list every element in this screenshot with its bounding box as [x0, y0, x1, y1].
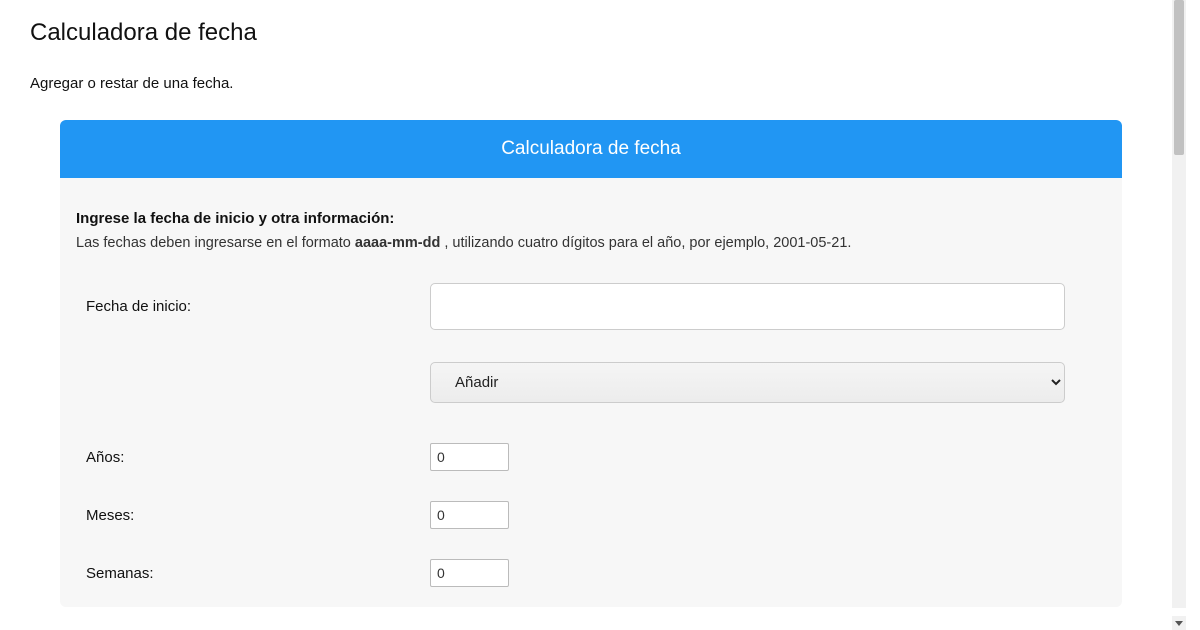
instruction-text: Las fechas deben ingresarse en el format… [76, 235, 1106, 251]
page-subtitle: Agregar o restar de una fecha. [30, 75, 1154, 92]
instruction-format: aaaa-mm-dd [355, 235, 440, 251]
row-months: Meses: [76, 501, 1106, 529]
panel-header: Calculadora de fecha [60, 120, 1122, 178]
calculator-panel: Calculadora de fecha Ingrese la fecha de… [60, 120, 1122, 607]
scrollbar-down-arrow-icon[interactable] [1172, 616, 1186, 630]
months-label: Meses: [76, 507, 430, 524]
scrollbar-track[interactable] [1172, 0, 1186, 608]
panel-body: Ingrese la fecha de inicio y otra inform… [60, 178, 1122, 607]
weeks-input[interactable] [430, 559, 509, 587]
start-date-input[interactable] [430, 283, 1065, 330]
weeks-label: Semanas: [76, 565, 430, 582]
row-start-date: Fecha de inicio: [76, 283, 1106, 330]
row-years: Años: [76, 443, 1106, 471]
instruction-title: Ingrese la fecha de inicio y otra inform… [76, 210, 1106, 227]
content-card: Calculadora de fecha Agregar o restar de… [30, 19, 1154, 607]
page-viewport: Calculadora de fecha Agregar o restar de… [0, 0, 1186, 630]
operation-select[interactable]: Añadir [430, 362, 1065, 403]
scrollbar-thumb[interactable] [1174, 0, 1184, 155]
months-input[interactable] [430, 501, 509, 529]
start-date-label: Fecha de inicio: [76, 298, 430, 315]
row-weeks: Semanas: [76, 559, 1106, 587]
instruction-prefix: Las fechas deben ingresarse en el format… [76, 235, 355, 251]
row-operation: Añadir [76, 362, 1106, 403]
page-title: Calculadora de fecha [30, 19, 1154, 47]
years-input[interactable] [430, 443, 509, 471]
instruction-suffix: , utilizando cuatro dígitos para el año,… [440, 235, 851, 251]
years-label: Años: [76, 449, 430, 466]
